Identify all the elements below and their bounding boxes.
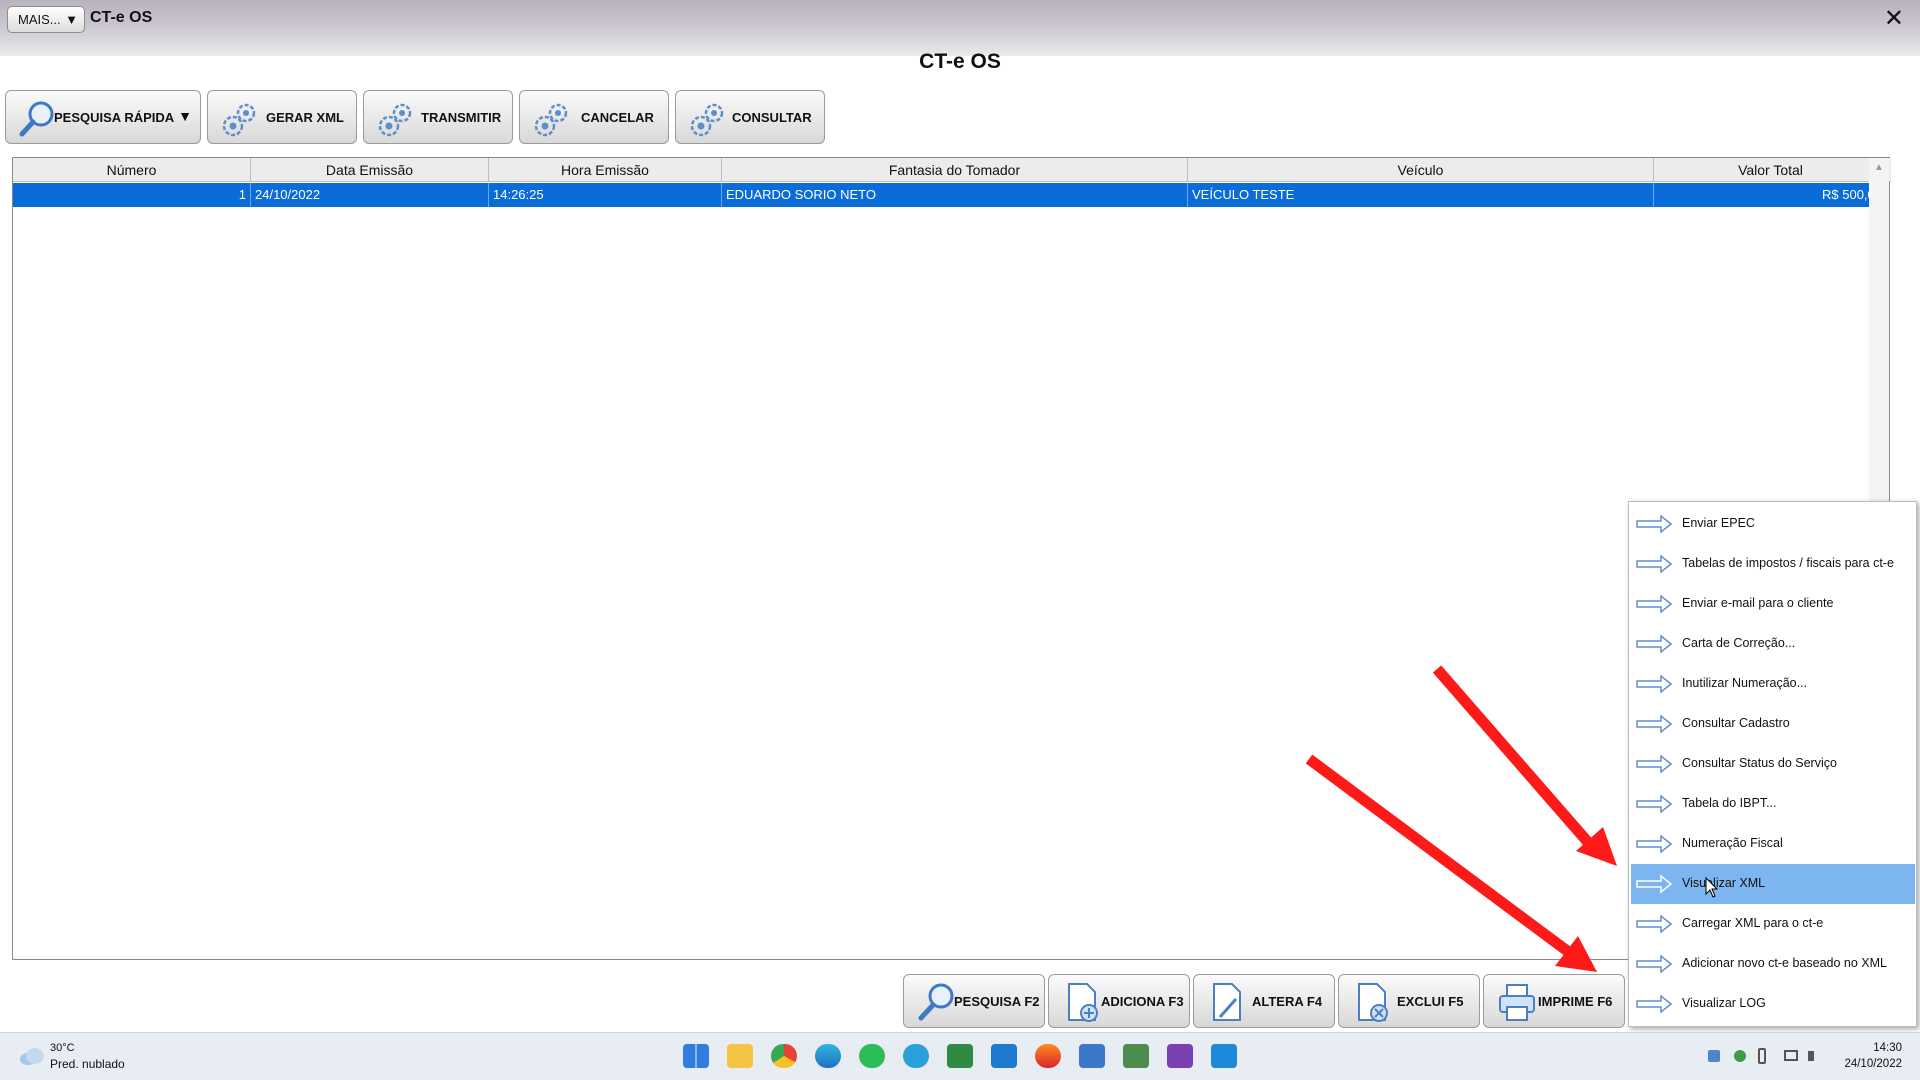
- erp-app-icon[interactable]: [1123, 1044, 1149, 1068]
- telegram-icon[interactable]: [903, 1044, 929, 1068]
- tray-display-icon[interactable]: [1784, 1050, 1798, 1061]
- clock-time[interactable]: 14:30: [1873, 1042, 1902, 1054]
- tray-network-icon[interactable]: [1708, 1050, 1720, 1062]
- windows-start-icon[interactable]: [683, 1044, 709, 1068]
- annotation-arrows: [1305, 665, 1617, 972]
- media-app-icon[interactable]: [1167, 1044, 1193, 1068]
- whatsapp-icon[interactable]: [859, 1044, 885, 1068]
- weather-temperature[interactable]: 30°C: [50, 1042, 75, 1054]
- clock-date[interactable]: 24/10/2022: [1844, 1058, 1902, 1070]
- red-arrow-icon: [1432, 665, 1617, 866]
- remote-app-icon[interactable]: [1211, 1044, 1237, 1068]
- file-explorer-icon[interactable]: [727, 1044, 753, 1068]
- sheet-app-icon[interactable]: [947, 1044, 973, 1068]
- tray-usb-icon[interactable]: [1758, 1048, 1766, 1064]
- red-arrow-icon: [1305, 754, 1597, 972]
- mail-app-icon[interactable]: [991, 1044, 1017, 1068]
- cloud-weather-icon: [20, 1048, 44, 1065]
- notepad-icon[interactable]: [1079, 1044, 1105, 1068]
- edge-icon[interactable]: [815, 1044, 841, 1068]
- chrome-icon[interactable]: [771, 1044, 797, 1068]
- weather-description[interactable]: Pred. nublado: [50, 1057, 125, 1071]
- firefox-icon[interactable]: [1035, 1044, 1061, 1068]
- tray-volume-icon[interactable]: [1808, 1051, 1818, 1061]
- tray-security-icon[interactable]: [1734, 1050, 1746, 1062]
